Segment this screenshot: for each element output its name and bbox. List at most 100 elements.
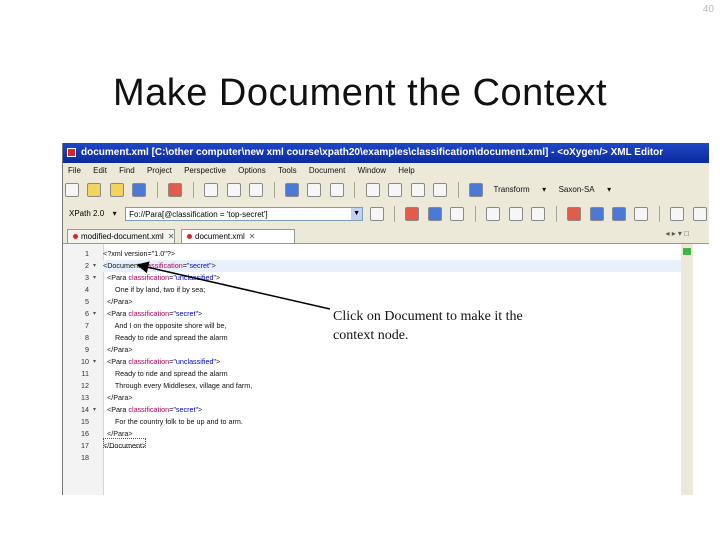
code-line[interactable]: Ready to ride and spread the alarm — [103, 368, 681, 380]
configure-scenario-icon[interactable] — [634, 207, 649, 221]
dropdown-arrow-icon[interactable]: ▾ — [542, 179, 546, 201]
copy-icon[interactable] — [307, 183, 322, 197]
tab-document[interactable]: document.xml ✕ — [181, 229, 295, 243]
debugger-icon[interactable] — [508, 207, 523, 221]
toolbar-separator — [354, 182, 356, 198]
line-number: 18 — [81, 453, 89, 462]
code-token: One if by land, two if by sea; — [103, 285, 206, 294]
apply-transformation-icon[interactable] — [469, 183, 484, 197]
tab-navigation-icon[interactable]: ◂ ▸ ▾ □ — [665, 229, 689, 238]
menu-file[interactable]: File — [68, 166, 81, 175]
stop-icon[interactable] — [567, 207, 582, 221]
profiler-icon[interactable] — [531, 207, 546, 221]
transform-label[interactable]: Transform — [494, 179, 530, 201]
dropdown-arrow-icon[interactable]: ▾ — [113, 203, 117, 225]
code-line[interactable]: </Document> — [103, 440, 681, 452]
line-number: 16 — [81, 429, 89, 438]
code-token: > — [216, 357, 221, 366]
find-icon[interactable] — [226, 183, 241, 197]
menu-document[interactable]: Document — [309, 166, 345, 175]
code-line[interactable]: </Para> — [103, 344, 681, 356]
code-token: "secret" — [173, 405, 199, 414]
menu-find[interactable]: Find — [119, 166, 135, 175]
author-view-icon[interactable] — [433, 183, 448, 197]
tab-label: document.xml — [195, 232, 245, 241]
fold-toggle-icon[interactable]: ▾ — [93, 356, 96, 368]
code-token: </Para> — [103, 297, 133, 306]
code-line[interactable]: <Para classification="unclassified"> — [103, 356, 681, 368]
toolbar-separator — [192, 182, 194, 198]
menu-help[interactable]: Help — [398, 166, 414, 175]
schema-label[interactable]: Saxon-SA — [559, 179, 595, 201]
xpath-input-value: Fo://Para[@classification = 'top-secret'… — [129, 210, 268, 219]
check-wellformed-icon[interactable] — [405, 207, 420, 221]
menu-window[interactable]: Window — [358, 166, 386, 175]
validate-icon[interactable] — [427, 207, 442, 221]
fold-toggle-icon[interactable]: ▾ — [93, 260, 96, 272]
toolbar-separator — [393, 206, 395, 222]
code-line[interactable]: <Para classification="secret"> — [103, 404, 681, 416]
dropdown-arrow-icon[interactable]: ▾ — [607, 179, 611, 201]
code-line[interactable]: <Document classification="secret"> — [103, 260, 681, 272]
line-number: 17 — [81, 441, 89, 450]
line-number: 12 — [81, 381, 89, 390]
code-line[interactable]: For the country folk to be up and to arm… — [103, 416, 681, 428]
line-number: 5 — [85, 297, 89, 306]
code-line[interactable]: <Para classification="unclassified"> — [103, 272, 681, 284]
print-icon[interactable] — [168, 183, 183, 197]
export-icon[interactable] — [670, 207, 685, 221]
code-line[interactable]: </Para> — [103, 428, 681, 440]
open-url-icon[interactable] — [109, 183, 124, 197]
code-line[interactable]: </Para> — [103, 392, 681, 404]
menu-project[interactable]: Project — [147, 166, 172, 175]
xpath-options-icon[interactable] — [369, 207, 384, 221]
text-view-icon[interactable] — [388, 183, 403, 197]
xslt-settings-icon[interactable] — [486, 207, 501, 221]
code-token: </Para> — [103, 429, 133, 438]
xpath-version-selector[interactable]: XPath 2.0 — [69, 203, 104, 225]
vertical-scrollbar[interactable] — [681, 244, 693, 495]
fold-toggle-icon[interactable]: ▾ — [93, 308, 96, 320]
undo-icon[interactable] — [204, 183, 219, 197]
comment-icon[interactable] — [692, 207, 707, 221]
fold-toggle-icon[interactable]: ▾ — [93, 272, 96, 284]
menu-tools[interactable]: Tools — [278, 166, 297, 175]
code-line[interactable]: Through every Middlesex, village and far… — [103, 380, 681, 392]
text-editor[interactable]: 1 2 ▾ 3 ▾ 4 5 6 ▾ 7 8 9 10 ▾ 11 12 13 14 ▾ 15 16 17 18 <?xml v… — [63, 244, 709, 495]
cut-icon[interactable] — [284, 183, 299, 197]
code-token: "unclassified" — [173, 273, 216, 282]
grid-view-icon[interactable] — [410, 183, 425, 197]
oxygen-app-icon — [67, 147, 76, 157]
code-token: </Para> — [103, 393, 133, 402]
code-token: <Para — [103, 309, 129, 318]
paste-icon[interactable] — [329, 183, 344, 197]
code-token: For the country folk to be up and to arm… — [103, 417, 243, 426]
code-line[interactable]: One if by land, two if by sea; — [103, 284, 681, 296]
xpath-history-dropdown[interactable]: ▼ — [351, 208, 363, 220]
code-token: > — [211, 261, 216, 270]
menu-edit[interactable]: Edit — [93, 166, 107, 175]
close-icon[interactable]: ✕ — [249, 232, 256, 241]
open-folder-icon[interactable] — [87, 183, 102, 197]
find-replace-icon[interactable] — [249, 183, 264, 197]
code-area[interactable]: <?xml version="1.0"?> <Document classific… — [103, 244, 681, 495]
code-token: And I on the opposite shore will be, — [103, 321, 227, 330]
new-file-icon[interactable] — [65, 183, 79, 197]
line-number: 4 — [85, 285, 89, 294]
save-icon[interactable] — [132, 183, 147, 197]
code-token: classification — [141, 261, 183, 270]
editor-view-icon[interactable] — [365, 183, 380, 197]
close-icon[interactable]: ✕ — [168, 232, 175, 241]
fold-toggle-icon[interactable]: ▾ — [93, 404, 96, 416]
run-icon[interactable] — [589, 207, 604, 221]
menu-options[interactable]: Options — [238, 166, 266, 175]
menu-perspective[interactable]: Perspective — [184, 166, 226, 175]
selected-document-tag — [103, 438, 146, 448]
menu-bar: File Edit Find Project Perspective Optio… — [63, 163, 709, 179]
format-indent-icon[interactable] — [450, 207, 465, 221]
run-transform-icon[interactable] — [611, 207, 626, 221]
xpath-input[interactable]: Fo://Para[@classification = 'top-secret'… — [125, 207, 364, 221]
code-line[interactable]: <?xml version="1.0"?> — [103, 248, 681, 260]
code-line[interactable] — [103, 452, 681, 464]
tab-modified-document[interactable]: modified-document.xml ✕ — [67, 229, 175, 243]
